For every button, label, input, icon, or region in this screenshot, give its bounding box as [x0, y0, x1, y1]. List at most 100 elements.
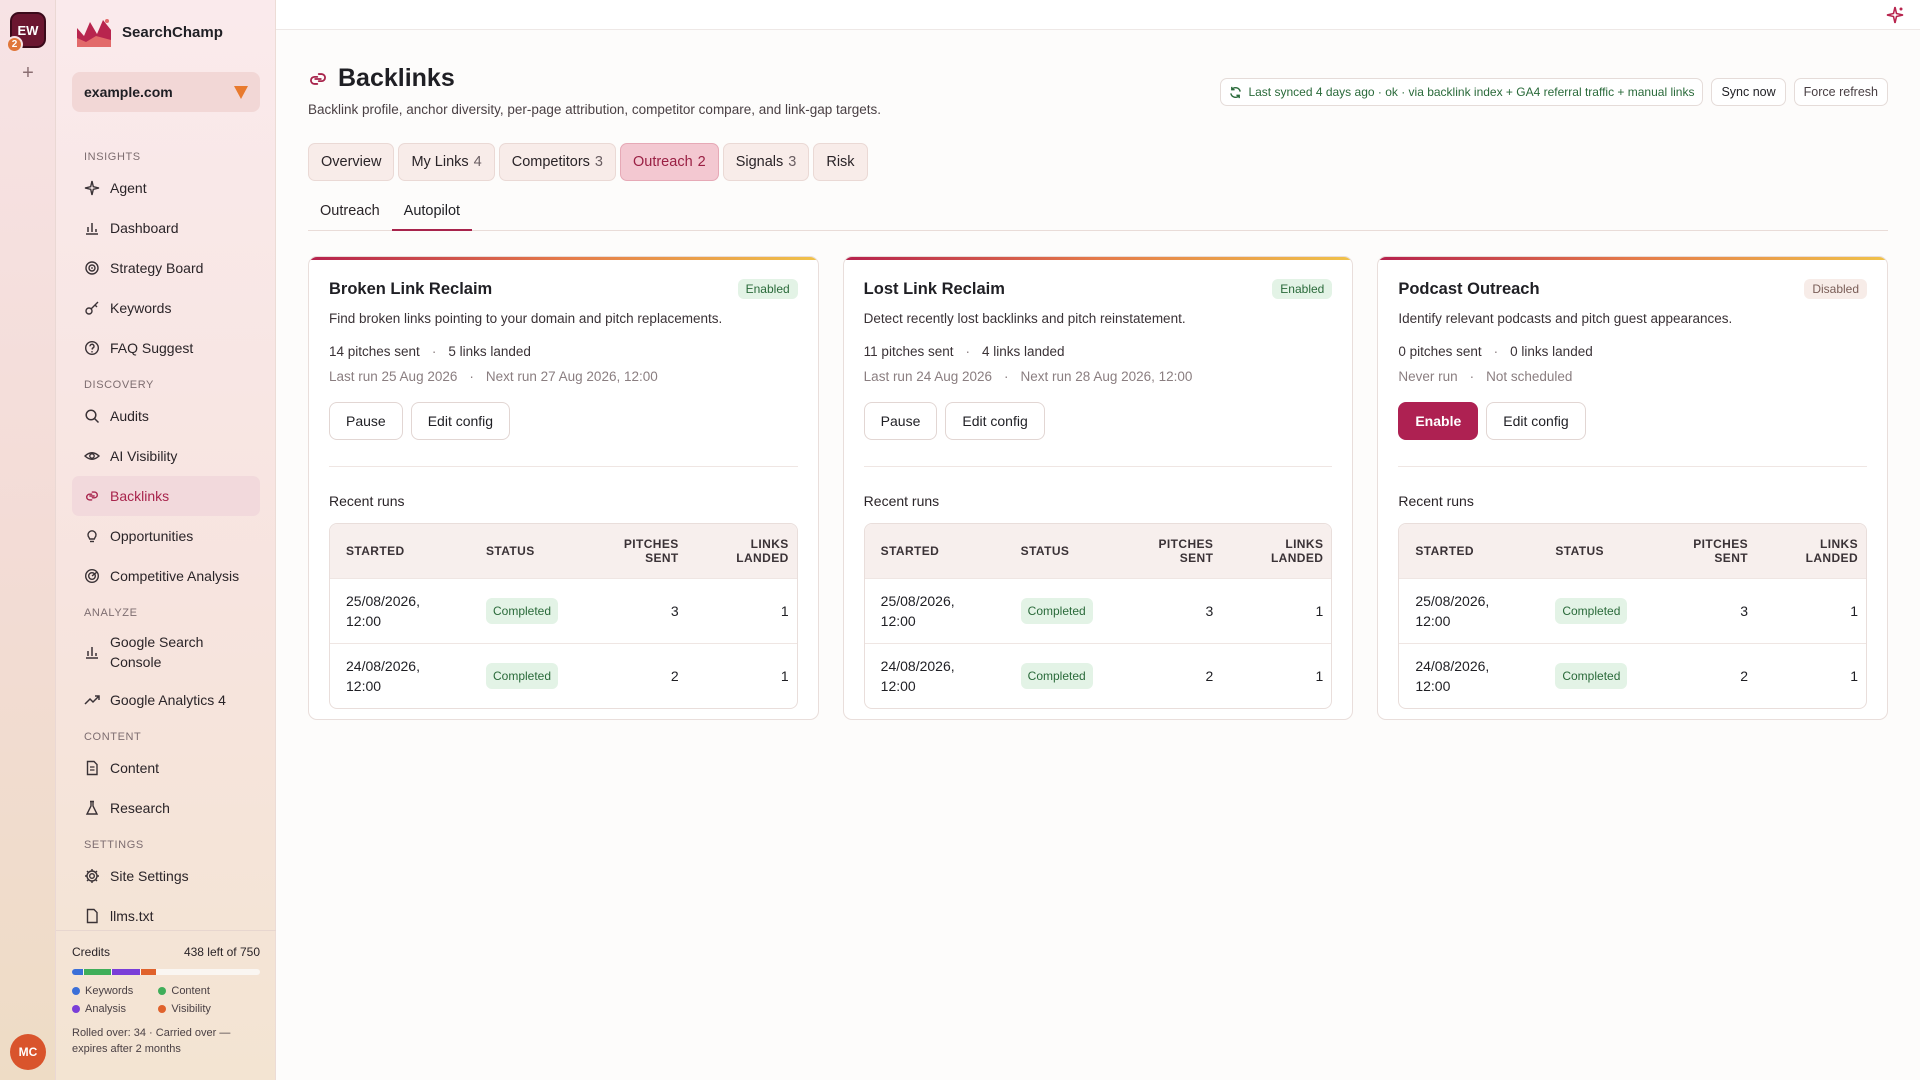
card-stats: 0 pitches sent · 0 links landed — [1398, 344, 1867, 359]
status-badge: Enabled — [737, 279, 798, 299]
sidebar-item-site-settings[interactable]: Site Settings — [72, 856, 260, 896]
tab-count: 4 — [473, 154, 482, 170]
table-row: 24/08/2026, 12:00 Completed 2 1 — [864, 643, 1332, 708]
credits-segment-analysis — [111, 969, 140, 975]
sidebar-item-ai-visibility[interactable]: AI Visibility — [72, 436, 260, 476]
agent-sparkle-icon[interactable] — [1886, 6, 1904, 24]
edit-config-button[interactable]: Edit config — [1486, 402, 1586, 440]
subtab-outreach[interactable]: Outreach — [308, 191, 392, 231]
run-started: 24/08/2026, 12:00 — [330, 643, 470, 708]
sidebar-item-backlinks[interactable]: Backlinks — [72, 476, 260, 516]
tab-overview[interactable]: Overview — [308, 143, 395, 181]
tab-count: 2 — [697, 154, 706, 170]
sidebar-item-research[interactable]: Research — [72, 788, 260, 828]
separator-dot: · — [1493, 344, 1499, 359]
tab-label: Competitors — [511, 154, 590, 170]
legend-dot-icon — [72, 1005, 80, 1013]
bar-chart-icon — [84, 220, 100, 236]
pitches-sent: 0 pitches sent — [1398, 344, 1482, 359]
sidebar-item-dashboard[interactable]: Dashboard — [72, 208, 260, 248]
sidebar-item-llms-txt[interactable]: llms.txt — [72, 896, 260, 930]
credits-remaining: 438 left of 750 — [183, 945, 260, 959]
link-icon — [84, 488, 100, 504]
help-circle-icon — [84, 340, 100, 356]
sidebar-item-strategy-board[interactable]: Strategy Board — [72, 248, 260, 288]
tab-signals[interactable]: Signals 3 — [722, 143, 810, 181]
column-header-links: Links landed — [1221, 524, 1332, 578]
table-row: 25/08/2026, 12:00 Completed 3 1 — [330, 578, 797, 643]
sync-status-text: Last synced 4 days ago · ok · via backli… — [1248, 85, 1695, 99]
card-schedule: Last run 24 Aug 2026 · Next run 28 Aug 202… — [864, 369, 1333, 384]
run-status: Completed — [1539, 578, 1647, 643]
card-actions: Pause Edit config — [863, 402, 1333, 467]
table-row: 25/08/2026, 12:00 Completed 3 1 — [864, 578, 1332, 643]
sidebar-item-label: Backlinks — [110, 488, 170, 504]
tab-competitors[interactable]: Competitors 3 — [498, 143, 616, 181]
pause-button[interactable]: Pause — [329, 402, 403, 440]
workspace-initials: EW — [17, 22, 39, 38]
credits-segment-content — [84, 969, 111, 975]
table-row: 24/08/2026, 12:00 Completed 2 1 — [1399, 643, 1867, 708]
sidebar-item-competitive-analysis[interactable]: Competitive Analysis — [72, 556, 260, 596]
add-workspace-button[interactable]: + — [17, 62, 39, 84]
target-icon — [84, 260, 100, 276]
run-pitches-sent: 3 — [1646, 578, 1757, 643]
run-status: Completed — [1004, 643, 1112, 708]
pitches-sent: 11 pitches sent — [863, 344, 954, 359]
credits-segment-visibility — [140, 969, 156, 975]
tab-outreach[interactable]: Outreach 2 — [619, 143, 719, 181]
search-icon — [84, 408, 100, 424]
sidebar-item-opportunities[interactable]: Opportunities — [72, 516, 260, 556]
links-landed: 5 links landed — [448, 344, 531, 359]
sidebar-item-faq-suggest[interactable]: FAQ Suggest — [72, 328, 260, 368]
pause-button[interactable]: Pause — [863, 402, 938, 440]
column-header-started: Started — [1399, 524, 1540, 578]
refresh-icon — [1230, 86, 1242, 98]
next-run: Next run 27 Aug 2026, 12:00 — [485, 369, 658, 384]
separator-dot: · — [469, 369, 474, 384]
user-avatar[interactable]: MC — [10, 1034, 46, 1070]
edit-config-button[interactable]: Edit config — [410, 402, 511, 440]
domain-selector[interactable]: example.com — [72, 72, 260, 112]
brand[interactable]: SearchChamp — [76, 16, 223, 48]
workspace-badge: 2 — [6, 36, 23, 53]
sidebar-nav: Insights Agent Dashboard Strategy Board Keyw… — [72, 140, 260, 930]
tab-risk[interactable]: Risk — [813, 143, 868, 181]
sidebar-item-google-search-console[interactable]: Google Search Console — [72, 624, 260, 680]
sidebar-item-label: Strategy Board — [110, 260, 204, 276]
tab-label: Overview — [321, 154, 382, 170]
sidebar-item-audits[interactable]: Audits — [72, 396, 260, 436]
separator-dot: · — [431, 344, 437, 359]
tab-label: My Links — [411, 154, 469, 170]
sync-now-button[interactable]: Sync now — [1711, 78, 1786, 106]
run-status-badge: Completed — [1020, 663, 1093, 689]
force-refresh-button[interactable]: Force refresh — [1793, 78, 1888, 106]
sidebar-item-label: llms.txt — [110, 908, 154, 924]
legend-label: Keywords — [85, 985, 134, 997]
run-started: 24/08/2026, 12:00 — [864, 643, 1005, 708]
sidebar-item-google-analytics-4[interactable]: Google Analytics 4 — [72, 680, 260, 720]
last-run: Last run 24 Aug 2026 — [863, 369, 993, 384]
flask-icon — [84, 800, 100, 816]
sidebar-item-content[interactable]: Content — [72, 748, 260, 788]
brand-logo-icon — [77, 19, 111, 47]
runs-table: Started Status Pitches sent Links landed 25/… — [329, 523, 798, 709]
edit-config-button[interactable]: Edit config — [945, 402, 1045, 440]
card-stats: 14 pitches sent · 5 links landed — [329, 344, 798, 359]
run-links-landed: 1 — [686, 643, 797, 708]
sidebar-item-label: Opportunities — [110, 528, 194, 544]
recent-runs-label: Recent runs — [329, 493, 405, 509]
tab-my-links[interactable]: My Links 4 — [398, 143, 495, 181]
run-links-landed: 1 — [686, 578, 797, 643]
run-pitches-sent: 3 — [576, 578, 687, 643]
enable-button[interactable]: Enable — [1398, 402, 1479, 440]
sidebar-item-agent[interactable]: Agent — [72, 168, 260, 208]
links-landed: 4 links landed — [981, 344, 1065, 359]
run-links-landed: 1 — [1221, 643, 1332, 708]
sidebar-item-keywords[interactable]: Keywords — [72, 288, 260, 328]
table-header-row: Started Status Pitches sent Links landed — [330, 524, 797, 578]
subtab-autopilot[interactable]: Autopilot — [391, 191, 473, 231]
autopilot-card-lost-link-reclaim: Lost Link Reclaim Enabled Detect recently … — [842, 256, 1354, 720]
next-run: Not scheduled — [1486, 369, 1573, 384]
run-links-landed: 1 — [1221, 578, 1332, 643]
